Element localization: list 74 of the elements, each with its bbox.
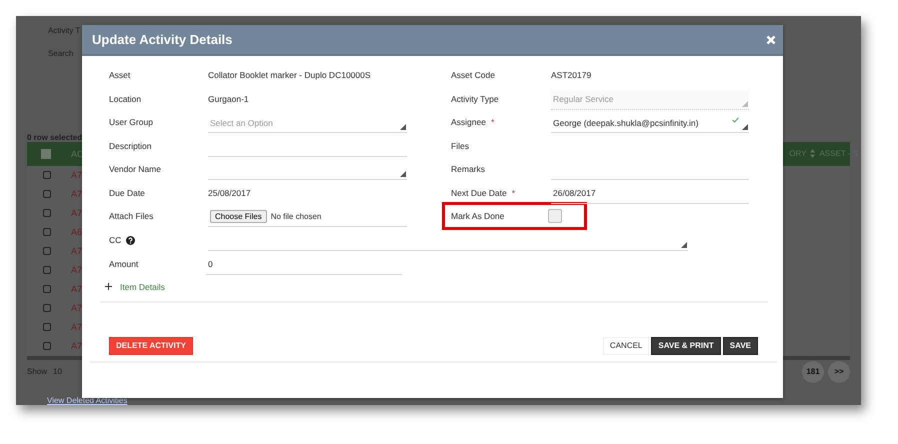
field-label: Mark As Done xyxy=(451,211,504,221)
deleted-activities-link[interactable]: View Deleted Activities xyxy=(47,396,861,405)
row-checkbox[interactable] xyxy=(43,209,51,218)
sort-icon[interactable] xyxy=(810,149,816,158)
field-value: Collator Booklet marker - Duplo DC10000S xyxy=(208,69,372,80)
table-cell: A7 xyxy=(71,189,82,200)
table-cell: A7 xyxy=(71,284,82,294)
filter-label: Search xyxy=(48,49,74,58)
field-value: AST20179 xyxy=(551,69,592,80)
page-size-select[interactable]: 10 xyxy=(53,367,62,376)
field-label: Files xyxy=(451,140,470,150)
field-label: Description xyxy=(109,140,153,150)
row-checkbox[interactable] xyxy=(43,228,51,236)
help-icon[interactable] xyxy=(126,236,136,245)
row-checkbox[interactable] xyxy=(43,171,51,180)
resize-grip-icon xyxy=(400,124,406,130)
row-checkbox[interactable] xyxy=(43,247,51,256)
dialog-title: Update Activity Details xyxy=(92,32,232,47)
field-label: Activity Type xyxy=(451,92,500,104)
table-cell: A7 xyxy=(71,246,82,256)
field-label: Assignee * xyxy=(451,116,496,127)
select-field[interactable]: Select an Option xyxy=(208,113,407,133)
show-label: Show xyxy=(27,367,48,376)
field-label: Asset xyxy=(109,69,132,80)
required-mark: * xyxy=(490,117,494,127)
row-checkbox[interactable] xyxy=(43,342,51,350)
selection-count: 0 row selected xyxy=(27,133,84,142)
resize-grip-icon xyxy=(742,100,748,106)
row-checkbox[interactable] xyxy=(43,285,51,294)
select-field[interactable]: George (deepak.shukla@pcsinfinity.in) xyxy=(551,113,749,133)
mark-done-checkbox[interactable] xyxy=(548,209,562,223)
field-label: Due Date xyxy=(109,186,146,198)
table-cell: A6 xyxy=(71,227,82,238)
input-field[interactable]: 0 xyxy=(206,254,402,274)
select-all-checkbox[interactable] xyxy=(41,148,51,159)
table-cell: A7 xyxy=(71,170,82,180)
table-cell: A7 xyxy=(71,341,82,352)
resize-grip-icon xyxy=(681,242,687,248)
item-details-toggle[interactable]: Item Details xyxy=(100,278,768,294)
field-value: Gurgaon-1 xyxy=(208,92,250,104)
cancel-button[interactable]: CANCEL xyxy=(602,336,650,354)
field-label: CC xyxy=(109,230,208,245)
field-label: User Group xyxy=(109,116,154,127)
close-icon[interactable] xyxy=(766,34,776,44)
page-button[interactable]: >> xyxy=(828,360,850,383)
row-checkbox[interactable] xyxy=(43,190,51,198)
row-checkbox[interactable] xyxy=(43,304,51,312)
resize-grip-icon xyxy=(400,171,406,177)
field-label: Vendor Name xyxy=(109,163,162,174)
row-checkbox[interactable] xyxy=(43,266,51,274)
input-field[interactable]: 26/08/2017 xyxy=(551,184,749,204)
field-label: Attach Files xyxy=(109,210,154,221)
table-cell: A7 xyxy=(71,265,82,276)
delete-activity-button[interactable]: DELETE ACTIVITY xyxy=(109,336,193,354)
field-label: Amount xyxy=(109,258,140,268)
table-cell: A7 xyxy=(71,208,82,218)
check-icon xyxy=(732,117,739,123)
filter-label: Activity T xyxy=(48,26,82,35)
page-button[interactable]: 181 xyxy=(802,360,824,383)
required-mark: * xyxy=(512,188,516,198)
row-checkbox[interactable] xyxy=(43,323,51,332)
save-button[interactable]: SAVE xyxy=(722,336,758,354)
file-status: No file chosen xyxy=(270,212,322,221)
table-cell: A7 xyxy=(71,322,82,332)
table-cell: A7 xyxy=(71,303,82,314)
plus-icon xyxy=(105,283,112,290)
field-label: Asset Code xyxy=(451,69,496,80)
save-button[interactable]: SAVE & PRINT xyxy=(651,336,721,354)
field-label: Location xyxy=(109,92,142,104)
resize-grip-icon xyxy=(742,124,748,130)
field-label: Remarks xyxy=(451,163,486,174)
field-value: 25/08/2017 xyxy=(208,186,252,198)
choose-files-button[interactable]: Choose Files xyxy=(210,210,267,223)
field-label: Next Due Date * xyxy=(451,186,516,198)
